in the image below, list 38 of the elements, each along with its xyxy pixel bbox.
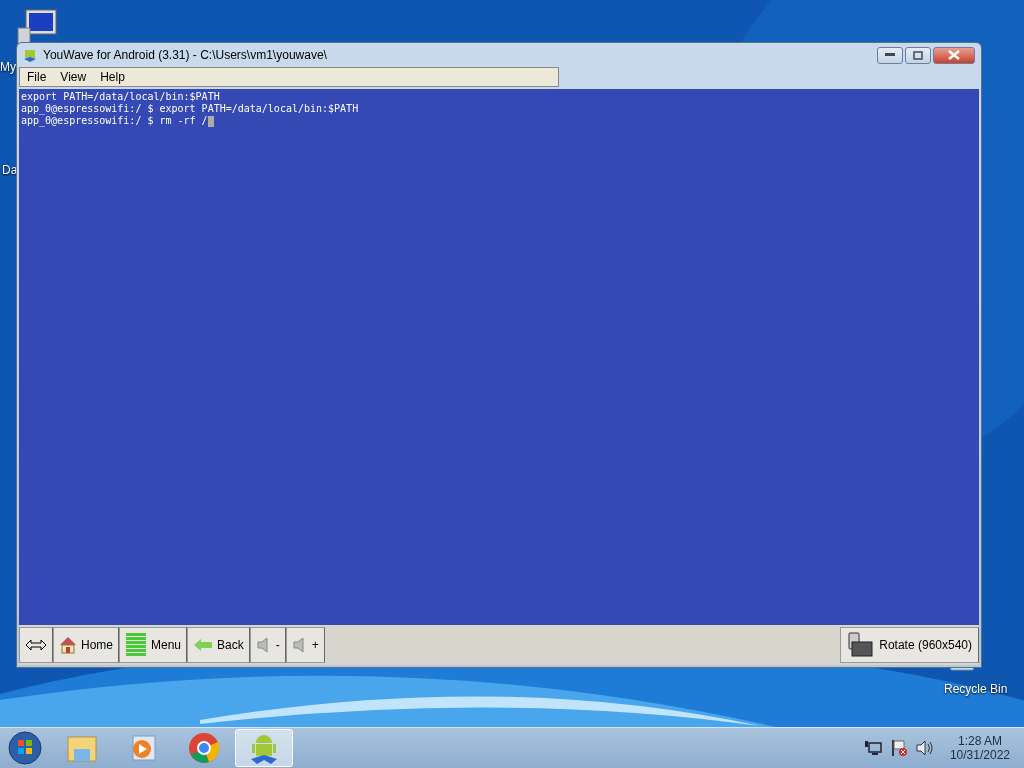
rotate-button[interactable]: Rotate (960x540)	[840, 627, 979, 663]
minimize-button[interactable]	[877, 46, 903, 64]
double-arrow-icon	[25, 639, 47, 651]
close-button[interactable]	[933, 46, 975, 64]
menu-item[interactable]: File	[20, 70, 54, 84]
chrome-icon	[188, 732, 220, 764]
android-icon	[23, 48, 37, 62]
back-arrow-icon	[193, 638, 214, 652]
maximize-button[interactable]	[905, 46, 931, 64]
menu-item[interactable]: View	[53, 70, 94, 84]
terminal-line: export PATH=/data/local/bin:$PATH	[21, 91, 220, 103]
close-icon	[948, 50, 960, 60]
menu-icon	[125, 632, 147, 658]
toolbar-button[interactable]: Menu	[119, 627, 188, 663]
taskbar-button[interactable]	[235, 729, 293, 767]
terminal-line: app_0@espressowifi:/ $ rm -rf /	[21, 115, 208, 127]
desktop-icon-label[interactable]: Da	[2, 163, 18, 177]
toolbar-button[interactable]: Back	[187, 627, 250, 663]
house-icon	[59, 636, 77, 654]
network-icon[interactable]	[863, 740, 882, 756]
tablet-icon	[847, 632, 874, 658]
speaker-icon[interactable]	[915, 740, 934, 756]
media-player-icon	[129, 734, 157, 762]
toolbar-button[interactable]: Home	[53, 627, 119, 663]
toolbar-button[interactable]	[19, 627, 53, 663]
toolbar-button[interactable]: -	[249, 627, 286, 663]
minimize-icon	[885, 53, 895, 57]
terminal-line: app_0@espressowifi:/ $ export PATH=/data/local/bin:$PATH	[21, 103, 359, 115]
desktop-icon-label[interactable]: My	[0, 60, 16, 74]
toolbar-button[interactable]: +	[285, 627, 325, 663]
desktop-icon-label[interactable]: Recycle Bin	[944, 682, 1008, 696]
flag-error-icon[interactable]	[889, 739, 908, 757]
folder-icon	[66, 733, 98, 763]
start-orb-icon	[8, 731, 42, 765]
menu-item[interactable]: Help	[93, 70, 132, 84]
maximize-icon	[913, 50, 923, 60]
window-title: YouWave for Android (3.31) - C:\Users\vm1\youwave\	[43, 48, 327, 62]
clock[interactable]: 1:28 AM 10/31/2022	[949, 734, 1010, 762]
